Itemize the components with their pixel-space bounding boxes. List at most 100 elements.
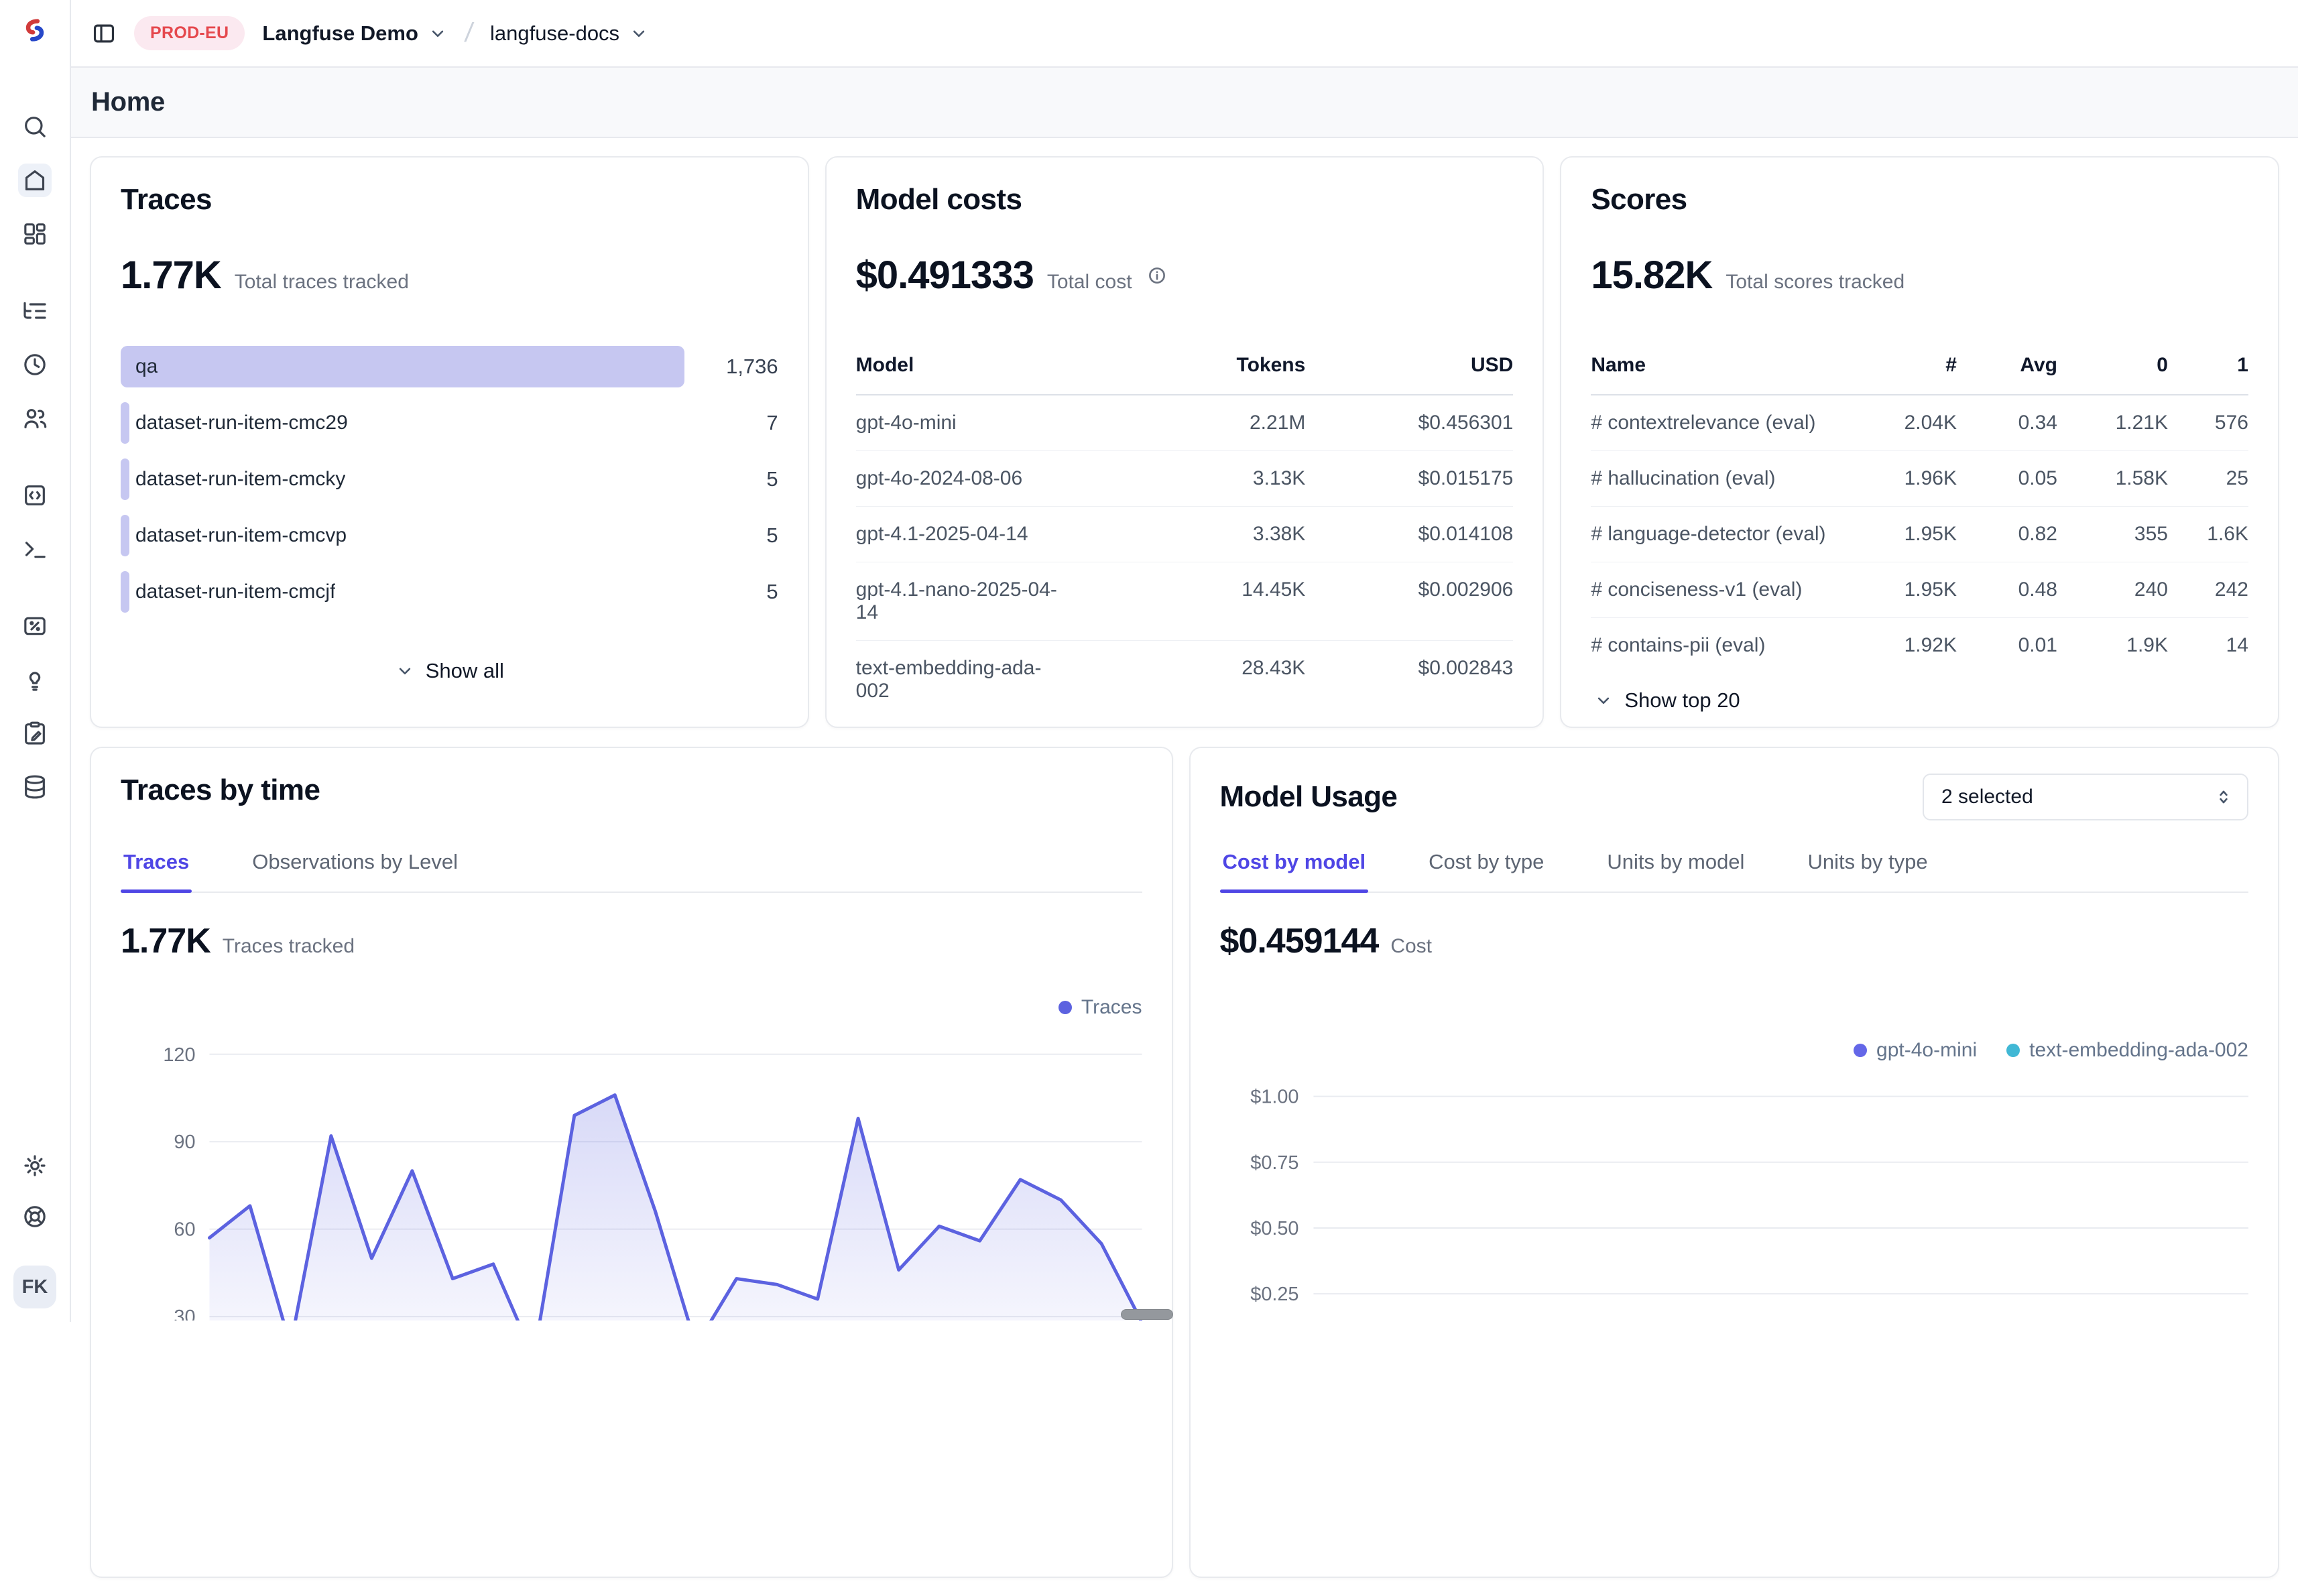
project-switcher[interactable]: langfuse-docs xyxy=(490,21,649,46)
sidebar-item-users[interactable] xyxy=(18,402,52,435)
trace-bar-row[interactable]: qa 1,736 xyxy=(121,346,778,387)
clipboard-pen-icon xyxy=(21,720,48,747)
sidebar-item-prompts[interactable] xyxy=(18,479,52,512)
scores-card: Scores 15.82K Total scores tracked Name … xyxy=(1560,156,2279,728)
sidebar-item-models[interactable] xyxy=(18,770,52,804)
svg-text:$0.25: $0.25 xyxy=(1250,1284,1298,1305)
percent-box-icon xyxy=(21,613,48,639)
traces-total-label: Total traces tracked xyxy=(235,271,409,294)
show-all-label: Show all xyxy=(426,659,504,683)
user-avatar[interactable]: FK xyxy=(13,1266,56,1308)
org-switcher[interactable]: Langfuse Demo xyxy=(262,21,448,46)
svg-text:90: 90 xyxy=(174,1131,195,1153)
legend-item: text-embedding-ada-002 xyxy=(2006,1039,2248,1062)
tab-traces[interactable]: Traces xyxy=(121,850,192,892)
area-chart: 120906030 xyxy=(121,1039,1142,1321)
horizontal-scrollbar-thumb[interactable] xyxy=(1121,1309,1173,1320)
home-icon xyxy=(21,167,48,194)
dashboards-icon xyxy=(21,221,48,247)
sidebar-item-tracing[interactable] xyxy=(18,294,52,328)
langfuse-logo-icon xyxy=(19,15,50,46)
scores-total-label: Total scores tracked xyxy=(1726,271,1904,294)
trace-bar-row[interactable]: dataset-run-item-cmcjf 5 xyxy=(121,571,778,613)
unfold-chevrons-icon xyxy=(2214,787,2234,807)
traces-tracked-value: 1.77K xyxy=(121,921,210,961)
sidebar-item-sessions[interactable] xyxy=(18,348,52,381)
tab-cost-by-model[interactable]: Cost by model xyxy=(1220,850,1369,892)
lightbulb-icon xyxy=(21,666,48,693)
model-usage-card: Model Usage 2 selected Cost by model Cos… xyxy=(1189,747,2280,1578)
table-row: gpt-4o-2024-08-06 3.13K $0.015175 xyxy=(856,451,1514,507)
bar-value: 1,736 xyxy=(684,355,778,379)
show-top-20-label: Show top 20 xyxy=(1624,688,1740,713)
scores-total-value: 15.82K xyxy=(1591,253,1712,298)
clock-icon xyxy=(21,351,48,378)
sidebar-item-support[interactable] xyxy=(18,1200,52,1233)
info-icon xyxy=(1147,265,1167,286)
sidebar-item-settings[interactable] xyxy=(18,1149,52,1182)
sidebar-toggle-button[interactable] xyxy=(91,21,117,46)
gear-icon xyxy=(21,1152,48,1179)
traces-card-title: Traces xyxy=(121,183,778,217)
legend-item: gpt-4o-mini xyxy=(1854,1039,1977,1062)
svg-text:$0.50: $0.50 xyxy=(1250,1218,1298,1239)
sidebar-item-search[interactable] xyxy=(18,110,52,143)
trace-bar-row[interactable]: dataset-run-item-cmc29 7 xyxy=(121,402,778,444)
col-usd: USD xyxy=(1305,354,1513,377)
info-tooltip-trigger[interactable] xyxy=(1147,265,1167,286)
table-row: # conciseness-v1 (eval) 1.95K 0.48 240 2… xyxy=(1591,562,2248,618)
tab-units-by-model[interactable]: Units by model xyxy=(1604,850,1747,892)
show-top-20-button[interactable]: Show top 20 xyxy=(1591,688,2248,713)
sidebar-item-dashboards[interactable] xyxy=(18,217,52,251)
sidebar-item-home[interactable] xyxy=(18,164,52,197)
bar-value: 5 xyxy=(684,580,778,604)
table-row: gpt-4.1-nano-2025-04-14 14.45K $0.002906 xyxy=(856,562,1514,641)
svg-text:30: 30 xyxy=(174,1306,195,1321)
sidebar-nav xyxy=(18,110,52,804)
search-icon xyxy=(21,113,48,140)
sidebar-item-judge[interactable] xyxy=(18,663,52,696)
scores-title: Scores xyxy=(1591,183,2248,217)
tab-observations-by-level[interactable]: Observations by Level xyxy=(249,850,461,892)
col-model: Model xyxy=(856,354,1085,377)
model-usage-tabs: Cost by model Cost by type Units by mode… xyxy=(1220,850,2249,893)
page-header: Home xyxy=(71,68,2298,138)
table-row: gpt-4.1-2025-04-14 3.38K $0.014108 xyxy=(856,507,1514,562)
legend-dot xyxy=(1854,1044,1867,1057)
show-all-button[interactable]: Show all xyxy=(121,658,778,684)
traces-by-time-title: Traces by time xyxy=(121,774,1142,807)
prompts-file-code-icon xyxy=(21,482,48,509)
traces-by-time-tabs: Traces Observations by Level xyxy=(121,850,1142,893)
table-row: # contains-pii (eval) 1.92K 0.01 1.9K 14 xyxy=(1591,618,2248,673)
app-root: FK PROD-EU Langfuse Demo / langfuse-docs… xyxy=(0,0,2298,1322)
scores-table: Name # Avg 0 1 # contextrelevance (eval)… xyxy=(1591,341,2248,673)
legend-label: gpt-4o-mini xyxy=(1876,1039,1977,1062)
terminal-icon xyxy=(21,536,48,562)
legend-dot xyxy=(2006,1044,2020,1057)
sidebar-item-evaluation[interactable] xyxy=(18,609,52,643)
sidebar-item-playground[interactable] xyxy=(18,532,52,566)
model-costs-card: Model costs $0.491333 Total cost Model T… xyxy=(825,156,1545,728)
select-value: 2 selected xyxy=(1941,786,2033,808)
trace-bar-row[interactable]: dataset-run-item-cmcky 5 xyxy=(121,458,778,500)
traces-card: Traces 1.77K Total traces tracked qa 1,7… xyxy=(90,156,809,728)
breadcrumb-separator: / xyxy=(463,18,475,48)
tracing-tree-icon xyxy=(21,298,48,324)
usage-cost-value: $0.459144 xyxy=(1220,921,1379,961)
tab-cost-by-type[interactable]: Cost by type xyxy=(1426,850,1547,892)
bar-value: 5 xyxy=(684,467,778,491)
line-chart: $1.00$0.75$0.50$0.25 xyxy=(1220,1067,2249,1323)
chevron-down-icon xyxy=(395,661,415,681)
traces-by-time-card: Traces by time Traces Observations by Le… xyxy=(90,747,1173,1578)
chart-legend: Traces xyxy=(121,996,1142,1019)
life-buoy-icon xyxy=(21,1203,48,1230)
traces-bar-list: qa 1,736 dataset-run-item-cmc29 7 datase… xyxy=(121,346,778,613)
table-row: text-embedding-ada-002 28.43K $0.002843 xyxy=(856,641,1514,719)
trace-bar-row[interactable]: dataset-run-item-cmcvp 5 xyxy=(121,515,778,556)
sidebar-item-datasets[interactable] xyxy=(18,717,52,750)
tab-units-by-type[interactable]: Units by type xyxy=(1805,850,1930,892)
model-filter-select[interactable]: 2 selected xyxy=(1923,774,2248,820)
sidebar: FK xyxy=(0,0,71,1322)
chevron-down-icon xyxy=(1593,690,1614,711)
svg-text:$1.00: $1.00 xyxy=(1250,1087,1298,1108)
